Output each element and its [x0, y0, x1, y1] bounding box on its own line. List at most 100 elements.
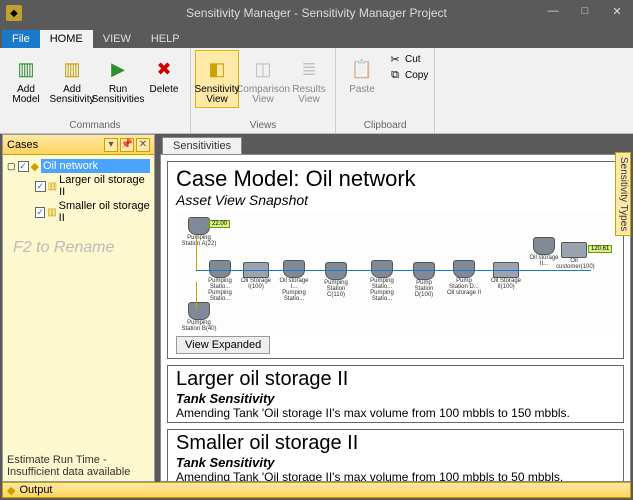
cases-pane-title: Cases [7, 139, 38, 151]
delete-button[interactable]: ✖ Delete [142, 50, 186, 108]
view-expanded-button[interactable]: View Expanded [176, 336, 270, 354]
node-label: Pump Station D... Oil storage II [446, 278, 482, 296]
sensitivities-tab[interactable]: Sensitivities [162, 137, 242, 154]
sensitivity-view-button[interactable]: ◧ Sensitivity View [195, 50, 239, 108]
comparison-view-icon: ◫ [249, 55, 277, 83]
node-label: Oil storage I... Pumping Statio... [276, 278, 312, 302]
maximize-button[interactable]: □ [569, 0, 601, 22]
asset-view-label: Asset View Snapshot [176, 192, 615, 208]
cut-button[interactable]: ✂Cut [388, 52, 428, 66]
pane-close-icon[interactable]: ✕ [136, 138, 150, 152]
tab-file[interactable]: File [2, 30, 40, 48]
app-icon: ◆ [6, 5, 22, 21]
asset-diagram[interactable]: Pumping Station A(22) Pumping Station B(4… [176, 212, 615, 330]
node-label: Pumping Station B(40) [181, 320, 217, 332]
sensitivities-tab-header: Sensitivities [160, 134, 631, 154]
close-button[interactable]: ✕ [601, 0, 633, 22]
diagram-node[interactable]: Oil storage I... Pumping Statio... [276, 260, 312, 302]
node-label: Oil customer(100) [556, 258, 592, 270]
sensitivity-0-desc: Amending Tank 'Oil storage II's max volu… [176, 406, 615, 420]
output-icon: ◆ [7, 484, 15, 497]
diagram-node[interactable]: Pump Station D(100) [406, 262, 442, 298]
title-bar: ◆ Sensitivity Manager - Sensitivity Mana… [0, 0, 633, 26]
node-icon [209, 260, 231, 278]
ribbon-group-clipboard: 📋 Paste ✂Cut ⧉Copy Clipboard [336, 48, 435, 133]
window-buttons: — □ ✕ [537, 0, 633, 22]
node-label: Pumping Statio... Pumping Statio... [364, 278, 400, 302]
add-model-icon: ▥ [12, 55, 40, 83]
run-sensitivities-button[interactable]: ▶ Run Sensitivities [96, 50, 140, 108]
run-time-status: Estimate Run Time - Insufficient data av… [3, 451, 154, 481]
tree-child-1-checkbox[interactable]: ✓ [35, 207, 45, 218]
add-sensitivity-button[interactable]: ▥ Add Sensitivity [50, 50, 94, 108]
node-label: Pumping Station A(22) [181, 235, 217, 247]
ribbon-group-clipboard-label: Clipboard [364, 120, 407, 133]
copy-icon: ⧉ [388, 68, 402, 82]
cases-tree: ▢ ✓ ◆ Oil network ✓ ▥ Larger oil storage… [3, 155, 154, 451]
sensitivity-types-sidetab[interactable]: Sensitivity Types [615, 152, 631, 236]
diagram-node[interactable]: Oil Storage II(100) [488, 262, 524, 290]
minimize-button[interactable]: — [537, 0, 569, 22]
sensitivity-view-icon: ◧ [203, 55, 231, 83]
delete-icon: ✖ [150, 55, 178, 83]
node-icon [188, 217, 210, 235]
diagram-value-badge: 22.00 [209, 220, 230, 228]
tree-child-0[interactable]: ✓ ▥ Larger oil storage II [35, 173, 150, 199]
tab-help[interactable]: HELP [141, 30, 190, 48]
diagram-node[interactable]: Pumping Statio... Pumping Statio... [202, 260, 238, 302]
case-title: Case Model: Oil network [176, 166, 615, 192]
paste-button[interactable]: 📋 Paste [340, 50, 384, 98]
tree-child-0-checkbox[interactable]: ✓ [35, 181, 46, 192]
diagram-node[interactable]: Pumping Station C(110) [318, 262, 354, 298]
ribbon-group-views-label: Views [250, 120, 277, 133]
node-icon [371, 260, 393, 278]
sensitivity-0-title: Larger oil storage II [176, 368, 615, 391]
node-icon [325, 262, 347, 280]
node-label: Pump Station D(100) [406, 280, 442, 298]
results-view-icon: ≣ [295, 55, 323, 83]
node-icon [533, 237, 555, 255]
comparison-view-button[interactable]: ◫ Comparison View [241, 50, 285, 108]
results-view-button[interactable]: ≣ Results View [287, 50, 331, 108]
output-label: Output [19, 484, 52, 496]
tree-root-checkbox[interactable]: ✓ [18, 161, 29, 172]
node-label: Oil Storage II(100) [488, 278, 524, 290]
diagram-node[interactable]: Pump Station D... Oil storage II [446, 260, 482, 296]
copy-button[interactable]: ⧉Copy [388, 68, 428, 82]
diagram-node[interactable]: Pumping Statio... Pumping Statio... [364, 260, 400, 302]
output-bar[interactable]: ◆ Output [2, 482, 631, 498]
tree-root[interactable]: Oil network [41, 159, 150, 173]
play-icon: ▶ [104, 55, 132, 83]
tree-child-1-label: Smaller oil storage II [59, 200, 150, 224]
tree-root-icon: ◆ [31, 160, 39, 173]
document-icon: ▥ [48, 181, 57, 192]
pane-dropdown-icon[interactable]: ▾ [104, 138, 118, 152]
ribbon: ▥ Add Model ▥ Add Sensitivity ▶ Run Sens… [0, 48, 633, 134]
diagram-node[interactable]: Pumping Station B(40) [181, 302, 217, 332]
document-icon: ▥ [47, 207, 56, 218]
ribbon-group-commands: ▥ Add Model ▥ Add Sensitivity ▶ Run Sens… [0, 48, 191, 133]
node-label: Pumping Station C(110) [318, 280, 354, 298]
add-model-button[interactable]: ▥ Add Model [4, 50, 48, 108]
window-title: Sensitivity Manager - Sensitivity Manage… [186, 6, 447, 20]
ribbon-group-views: ◧ Sensitivity View ◫ Comparison View ≣ R… [191, 48, 336, 133]
pane-pin-icon[interactable]: 📌 [120, 138, 134, 152]
tree-child-0-label: Larger oil storage II [59, 174, 150, 198]
cut-copy-column: ✂Cut ⧉Copy [386, 50, 430, 98]
case-model-box: Case Model: Oil network Asset View Snaps… [167, 161, 624, 359]
ribbon-group-commands-label: Commands [69, 120, 120, 133]
cases-pane-header: Cases ▾ 📌 ✕ [3, 135, 154, 155]
diagram-node[interactable]: Oil Storage I(100) [238, 262, 274, 290]
tree-expand-icon[interactable]: ▢ [7, 161, 16, 172]
tree-child-1[interactable]: ✓ ▥ Smaller oil storage II [35, 199, 150, 225]
sensitivity-item-1: Smaller oil storage II Tank Sensitivity … [167, 429, 624, 482]
menu-tabs: File HOME VIEW HELP [0, 26, 633, 48]
sensitivity-item-0: Larger oil storage II Tank Sensitivity A… [167, 365, 624, 423]
content-area: Sensitivities Case Model: Oil network As… [160, 134, 631, 482]
node-icon [283, 260, 305, 278]
tab-view[interactable]: VIEW [93, 30, 141, 48]
cases-pane: Cases ▾ 📌 ✕ ▢ ✓ ◆ Oil network ✓ ▥ Larger… [2, 134, 155, 482]
tab-home[interactable]: HOME [40, 30, 93, 48]
diagram-node[interactable]: Oil customer(100) [556, 242, 592, 270]
node-icon [413, 262, 435, 280]
